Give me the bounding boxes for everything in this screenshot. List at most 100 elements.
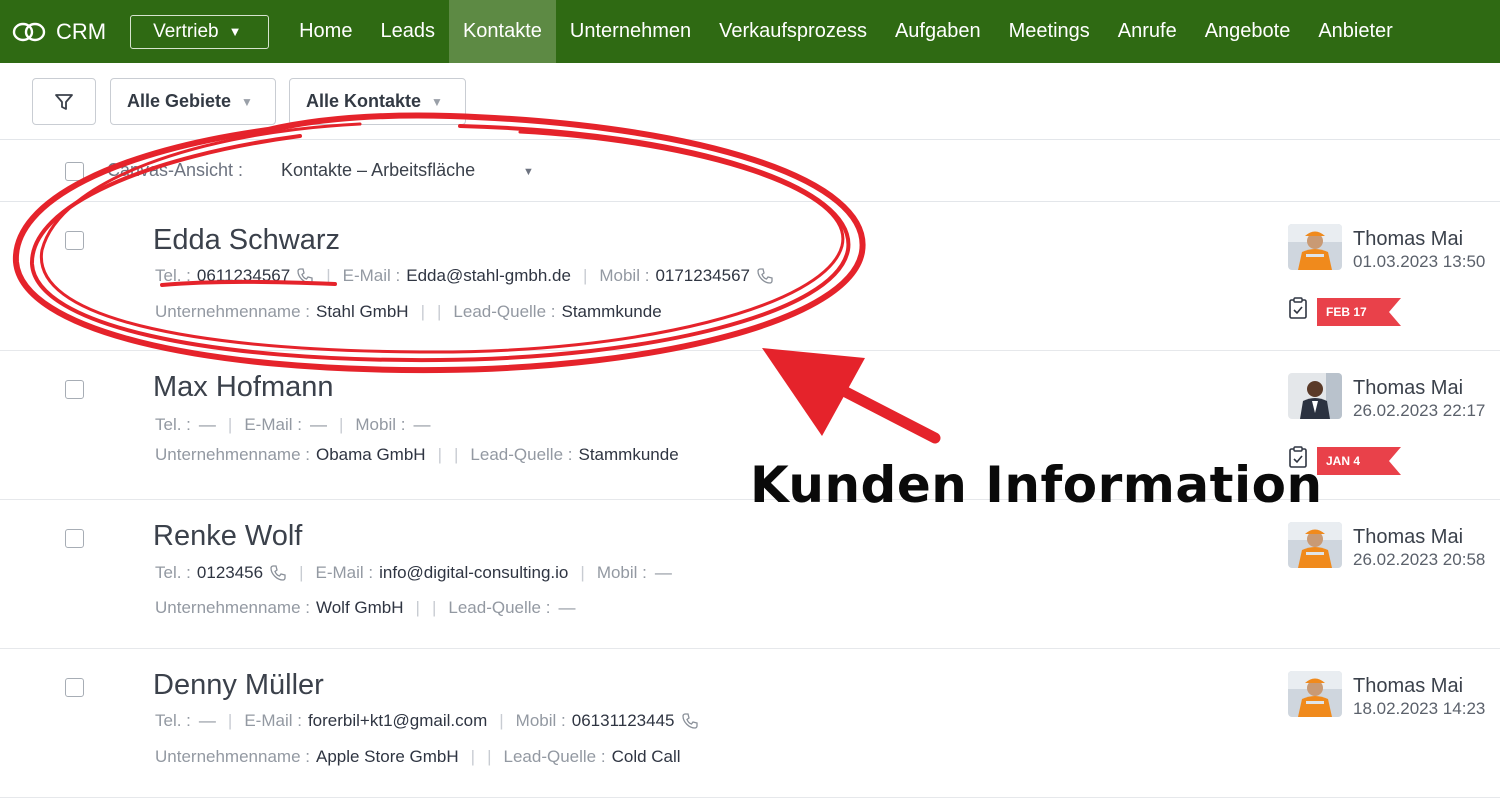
email-value[interactable]: Edda@stahl-gmbh.de xyxy=(406,266,571,286)
contact-company-line: Unternehmenname : Wolf GmbH | | Lead-Que… xyxy=(155,598,575,618)
due-date-flag: JAN 4 xyxy=(1317,447,1401,475)
nav-tab-aufgaben[interactable]: Aufgaben xyxy=(881,0,995,63)
contact-row[interactable]: Denny Müller Tel. : — | E-Mail : forerbi… xyxy=(0,649,1500,798)
lead-source-value: Stammkunde xyxy=(561,302,662,321)
owner-name[interactable]: Thomas Mai xyxy=(1353,675,1463,698)
mobile-value[interactable]: 0171234567 xyxy=(655,266,750,286)
company-value[interactable]: Wolf GmbH xyxy=(316,598,404,618)
due-date-flag: FEB 17 xyxy=(1317,298,1401,326)
select-all-checkbox[interactable] xyxy=(65,162,84,181)
contact-name[interactable]: Renke Wolf xyxy=(153,520,302,553)
email-label: E-Mail : xyxy=(342,266,401,285)
chevron-down-icon[interactable]: ▼ xyxy=(523,166,534,178)
modified-time: 01.03.2023 13:50 xyxy=(1353,252,1486,271)
nav-tab-anrufe[interactable]: Anrufe xyxy=(1104,0,1191,63)
modified-time: 18.02.2023 14:23 xyxy=(1353,699,1486,718)
tel-value: — xyxy=(198,415,216,434)
contact-details-line: Tel. : — | E-Mail : — | Mobil : — xyxy=(155,415,430,435)
mobile-label: Mobil : xyxy=(515,711,566,730)
filter-toolbar: Alle Gebiete ▼ Alle Kontakte ▼ xyxy=(0,63,1500,140)
company-value[interactable]: Stahl GmbH xyxy=(316,302,409,322)
contact-row[interactable]: Renke Wolf Tel. : 0123456 | E-Mail : inf… xyxy=(0,500,1500,649)
nav-tab-leads[interactable]: Leads xyxy=(366,0,449,63)
mobile-value[interactable]: 06131123445 xyxy=(572,711,675,731)
lead-source-label: Lead-Quelle : xyxy=(503,747,606,766)
contact-company-line: Unternehmenname : Apple Store GmbH | | L… xyxy=(155,747,681,767)
owner-name[interactable]: Thomas Mai xyxy=(1353,526,1463,549)
separator: | xyxy=(470,747,476,766)
separator: | xyxy=(582,266,588,285)
tel-value[interactable]: 0611234567 xyxy=(197,266,290,286)
tel-value: — xyxy=(198,711,216,730)
contact-details-line: Tel. : 0123456 | E-Mail : info@digital-c… xyxy=(155,563,672,583)
company-label: Unternehmenname : xyxy=(155,598,310,617)
task-icon[interactable] xyxy=(1288,296,1308,320)
lead-source-label: Lead-Quelle : xyxy=(470,445,573,464)
contact-name[interactable]: Max Hofmann xyxy=(153,371,334,404)
row-checkbox[interactable] xyxy=(65,678,84,697)
contact-row[interactable]: Edda Schwarz Tel. : 0611234567 | E-Mail … xyxy=(0,202,1500,351)
canvas-view-selector[interactable]: Kontakte – Arbeitsfläche xyxy=(281,160,475,181)
tel-label: Tel. : xyxy=(155,711,191,730)
crm-logo-icon xyxy=(12,22,46,41)
owner-name[interactable]: Thomas Mai xyxy=(1353,377,1463,400)
module-label: Vertrieb xyxy=(153,20,219,42)
nav-tab-unternehmen[interactable]: Unternehmen xyxy=(556,0,705,63)
contact-company-line: Unternehmenname : Obama GmbH | | Lead-Qu… xyxy=(155,445,679,465)
module-selector[interactable]: Vertrieb ▼ xyxy=(130,14,270,49)
filter-button[interactable] xyxy=(32,78,96,125)
company-value[interactable]: Apple Store GmbH xyxy=(316,747,459,767)
view-dropdown[interactable]: Alle Kontakte ▼ xyxy=(289,78,466,125)
separator: | xyxy=(338,415,344,434)
separator: | xyxy=(227,415,233,434)
main-nav: Home Leads Kontakte Unternehmen Verkaufs… xyxy=(285,0,1407,63)
contact-name[interactable]: Denny Müller xyxy=(153,669,324,702)
separator: | xyxy=(299,563,304,582)
lead-source-value: Cold Call xyxy=(611,747,681,766)
nav-tab-kontakte[interactable]: Kontakte xyxy=(448,0,556,63)
row-checkbox[interactable] xyxy=(65,231,84,250)
nav-tab-home[interactable]: Home xyxy=(285,0,366,63)
phone-icon[interactable] xyxy=(756,267,774,285)
separator: | xyxy=(487,747,492,766)
tel-label: Tel. : xyxy=(155,563,191,582)
email-label: E-Mail : xyxy=(315,563,374,582)
company-label: Unternehmenname : xyxy=(155,302,310,321)
owner-avatar xyxy=(1288,224,1342,270)
separator: | xyxy=(580,563,585,582)
mobile-label: Mobil : xyxy=(355,415,406,434)
nav-tab-meetings[interactable]: Meetings xyxy=(995,0,1104,63)
separator: | xyxy=(454,445,459,464)
due-date-label: JAN 4 xyxy=(1326,454,1361,468)
app-brand[interactable]: CRM xyxy=(0,0,106,63)
filter-icon xyxy=(55,93,73,110)
lead-source-label: Lead-Quelle : xyxy=(453,302,556,321)
separator: | xyxy=(420,302,425,321)
separator: | xyxy=(437,302,442,321)
nav-tab-verkaufsprozess[interactable]: Verkaufsprozess xyxy=(705,0,881,63)
contact-details-line: Tel. : 0611234567 | E-Mail : Edda@stahl-… xyxy=(155,266,774,286)
territory-dropdown[interactable]: Alle Gebiete ▼ xyxy=(110,78,276,125)
tel-label: Tel. : xyxy=(155,266,191,285)
owner-name[interactable]: Thomas Mai xyxy=(1353,228,1463,251)
modified-time: 26.02.2023 20:58 xyxy=(1353,550,1486,569)
separator: | xyxy=(499,711,504,730)
nav-tab-anbieter[interactable]: Anbieter xyxy=(1304,0,1407,63)
tel-label: Tel. : xyxy=(155,415,191,434)
tel-value[interactable]: 0123456 xyxy=(197,563,263,583)
view-label: Alle Kontakte xyxy=(306,91,422,111)
email-value[interactable]: forerbil+kt1@gmail.com xyxy=(308,711,487,731)
row-checkbox[interactable] xyxy=(65,529,84,548)
phone-icon[interactable] xyxy=(681,712,699,730)
owner-avatar xyxy=(1288,373,1342,419)
contact-name[interactable]: Edda Schwarz xyxy=(153,224,340,257)
nav-tab-angebote[interactable]: Angebote xyxy=(1191,0,1305,63)
phone-icon[interactable] xyxy=(296,267,314,285)
company-value[interactable]: Obama GmbH xyxy=(316,445,426,465)
separator: | xyxy=(415,598,420,617)
owner-avatar xyxy=(1288,671,1342,717)
top-navigation-bar: CRM Vertrieb ▼ Home Leads Kontakte Unter… xyxy=(0,0,1500,63)
phone-icon[interactable] xyxy=(269,564,287,582)
email-value[interactable]: info@digital-consulting.io xyxy=(379,563,568,583)
row-checkbox[interactable] xyxy=(65,380,84,399)
